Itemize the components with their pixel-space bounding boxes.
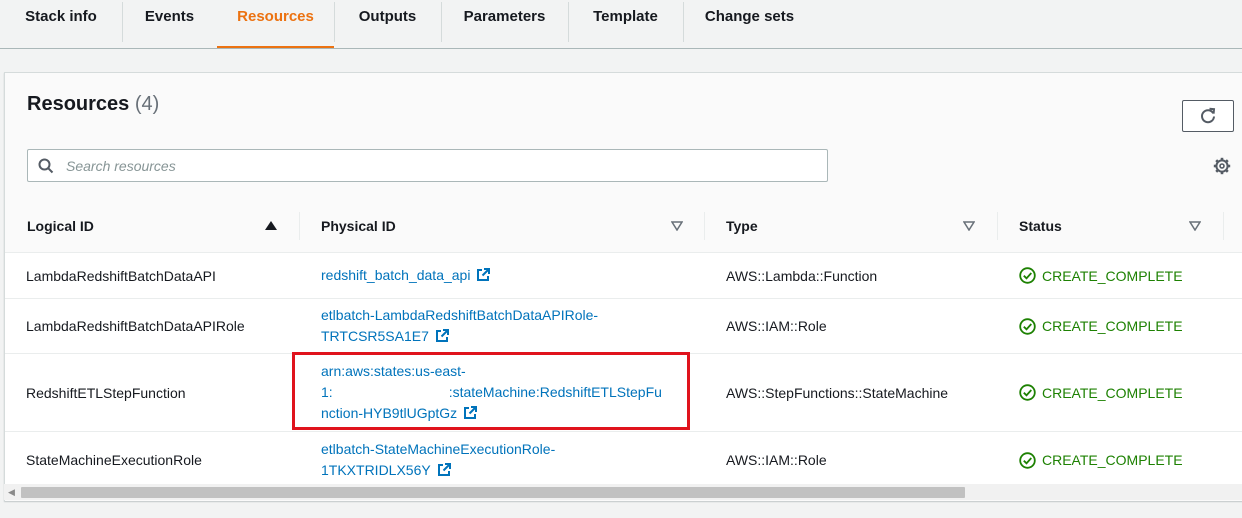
status-cell: CREATE_COMPLETE: [1019, 253, 1183, 298]
tab-stack-info[interactable]: Stack info: [0, 0, 122, 34]
horizontal-scrollbar[interactable]: ◀: [4, 484, 1242, 500]
column-header-logical-id[interactable]: Logical ID: [27, 200, 302, 252]
status-text: CREATE_COMPLETE: [1042, 384, 1183, 401]
physical-id-cell: arn:aws:states:us-east- 1: :stateMachine:…: [321, 354, 662, 431]
sort-icon: [1189, 221, 1201, 231]
resources-heading: Resources (4): [27, 93, 159, 116]
column-label: Physical ID: [321, 218, 396, 234]
physical-id-link[interactable]: :stateMachine:RedshiftETLStepFu: [449, 384, 662, 400]
check-circle-icon: [1019, 317, 1036, 335]
status-cell: CREATE_COMPLETE: [1019, 354, 1183, 431]
external-link-icon[interactable]: [476, 268, 491, 285]
refresh-icon: [1199, 107, 1217, 125]
table-header: Logical ID Physical ID Type Status: [5, 200, 1242, 253]
table-row: RedshiftETLStepFunction arn:aws:states:u…: [5, 354, 1242, 432]
status-text: CREATE_COMPLETE: [1042, 318, 1183, 334]
tab-outputs[interactable]: Outputs: [334, 0, 441, 42]
column-divider: [704, 212, 705, 240]
tab-events[interactable]: Events: [122, 0, 217, 42]
sort-ascending-icon: [265, 221, 277, 231]
tab-change-sets[interactable]: Change sets: [683, 0, 816, 42]
column-label: Logical ID: [27, 218, 94, 234]
column-divider: [1223, 212, 1224, 240]
physical-id-link[interactable]: nction-HYB9tlUGptGz: [321, 405, 457, 421]
physical-id-link[interactable]: redshift_batch_data_api: [321, 267, 470, 283]
resources-title: Resources: [27, 93, 130, 115]
column-divider: [997, 212, 998, 240]
table-row: LambdaRedshiftBatchDataAPIRole etlbatch-…: [5, 299, 1242, 354]
status-text: CREATE_COMPLETE: [1042, 267, 1183, 284]
status-cell: CREATE_COMPLETE: [1019, 432, 1183, 488]
external-link-icon[interactable]: [437, 463, 451, 480]
physical-id-cell: etlbatch-StateMachineExecutionRole- 1TKX…: [321, 432, 555, 488]
physical-id-link[interactable]: etlbatch-StateMachineExecutionRole-: [321, 441, 555, 457]
external-link-icon[interactable]: [463, 406, 478, 423]
column-header-type[interactable]: Type: [726, 200, 996, 252]
search-icon: [38, 158, 54, 174]
tab-resources[interactable]: Resources: [217, 0, 334, 48]
physical-id-link[interactable]: TRTCSR5SA1E7: [321, 328, 429, 344]
scroll-left-arrow-icon[interactable]: ◀: [8, 487, 15, 498]
sort-icon: [963, 221, 975, 231]
physical-id-link[interactable]: 1:: [321, 384, 333, 400]
status-text: CREATE_COMPLETE: [1042, 452, 1183, 468]
search-input[interactable]: [64, 156, 808, 175]
column-header-physical-id[interactable]: Physical ID: [321, 200, 706, 252]
table-row: StateMachineExecutionRole etlbatch-State…: [5, 432, 1242, 489]
resources-table: Logical ID Physical ID Type Status Lambd…: [5, 200, 1242, 489]
sort-icon: [671, 221, 683, 231]
physical-id-link[interactable]: arn:aws:states:us-east-: [321, 363, 466, 379]
status-cell: CREATE_COMPLETE: [1019, 299, 1183, 353]
search-field[interactable]: [27, 149, 828, 182]
column-header-status[interactable]: Status: [1019, 200, 1234, 252]
logical-id-cell: StateMachineExecutionRole: [26, 452, 202, 468]
external-link-icon[interactable]: [435, 329, 449, 346]
resources-panel: Resources (4) Search resources Logical I…: [4, 72, 1242, 501]
type-cell: AWS::Lambda::Function: [726, 267, 878, 284]
tab-parameters[interactable]: Parameters: [441, 0, 568, 42]
physical-id-cell: etlbatch-LambdaRedshiftBatchDataAPIRole-…: [321, 299, 598, 353]
check-circle-icon: [1019, 384, 1036, 401]
scrollbar-thumb[interactable]: [21, 487, 965, 498]
logical-id-cell: LambdaRedshiftBatchDataAPI: [26, 267, 216, 284]
refresh-button[interactable]: [1182, 100, 1234, 132]
column-divider: [299, 212, 300, 240]
table-row: LambdaRedshiftBatchDataAPI redshift_batc…: [5, 253, 1242, 299]
type-cell: AWS::IAM::Role: [726, 318, 827, 334]
physical-id-link[interactable]: 1TKXTRIDLX56Y: [321, 462, 431, 478]
physical-id-link[interactable]: etlbatch-LambdaRedshiftBatchDataAPIRole-: [321, 307, 598, 323]
column-label: Type: [726, 218, 758, 234]
physical-id-cell: redshift_batch_data_api: [321, 253, 491, 298]
column-label: Status: [1019, 218, 1062, 234]
check-circle-icon: [1019, 267, 1036, 284]
logical-id-cell: LambdaRedshiftBatchDataAPIRole: [26, 318, 245, 334]
check-circle-icon: [1019, 451, 1036, 469]
type-cell: AWS::StepFunctions::StateMachine: [726, 384, 949, 401]
tab-bar: Stack info Events Resources Outputs Para…: [0, 0, 1242, 49]
tab-template[interactable]: Template: [568, 0, 683, 42]
resources-count: (4): [134, 93, 160, 115]
type-cell: AWS::IAM::Role: [726, 452, 827, 468]
gear-icon[interactable]: [1213, 157, 1231, 175]
logical-id-cell: RedshiftETLStepFunction: [26, 384, 186, 401]
